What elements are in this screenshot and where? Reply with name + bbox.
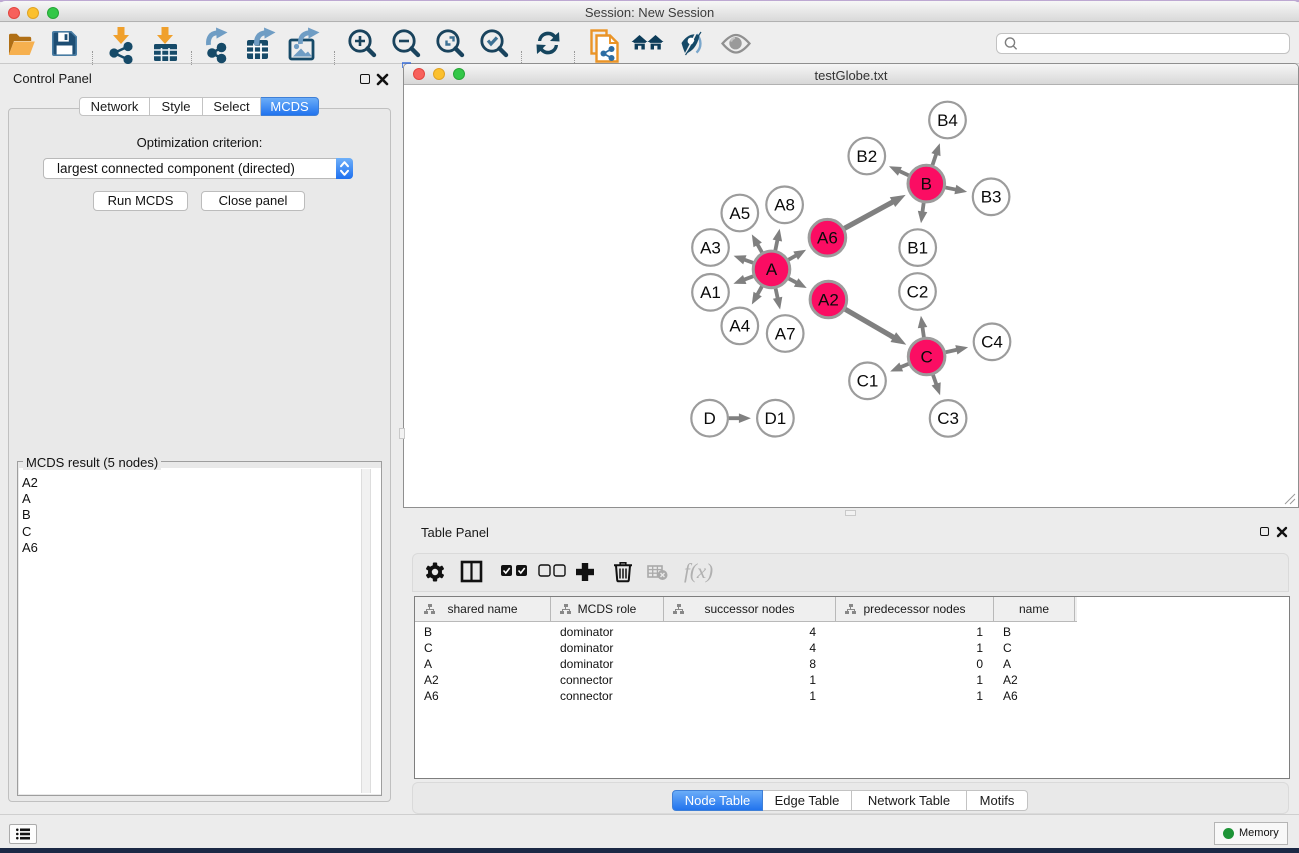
svg-text:D: D — [703, 409, 715, 428]
svg-text:A: A — [766, 260, 778, 279]
svg-text:B3: B3 — [981, 188, 1002, 207]
svg-text:B: B — [921, 174, 932, 193]
svg-text:A1: A1 — [700, 283, 721, 302]
svg-text:B4: B4 — [937, 111, 958, 130]
svg-text:C1: C1 — [857, 372, 879, 391]
svg-text:A8: A8 — [774, 196, 795, 215]
svg-text:A7: A7 — [775, 324, 796, 343]
svg-text:B1: B1 — [907, 238, 928, 257]
svg-text:D1: D1 — [765, 409, 787, 428]
svg-text:A2: A2 — [818, 290, 839, 309]
svg-text:C: C — [920, 347, 932, 366]
svg-text:C3: C3 — [937, 409, 959, 428]
svg-text:A4: A4 — [729, 317, 750, 336]
svg-text:A5: A5 — [729, 204, 750, 223]
svg-text:A6: A6 — [817, 229, 838, 248]
svg-text:C2: C2 — [907, 282, 929, 301]
svg-text:A3: A3 — [700, 238, 721, 257]
svg-text:B2: B2 — [856, 147, 877, 166]
svg-text:f(x): f(x) — [684, 559, 713, 583]
svg-text:C4: C4 — [981, 333, 1003, 352]
